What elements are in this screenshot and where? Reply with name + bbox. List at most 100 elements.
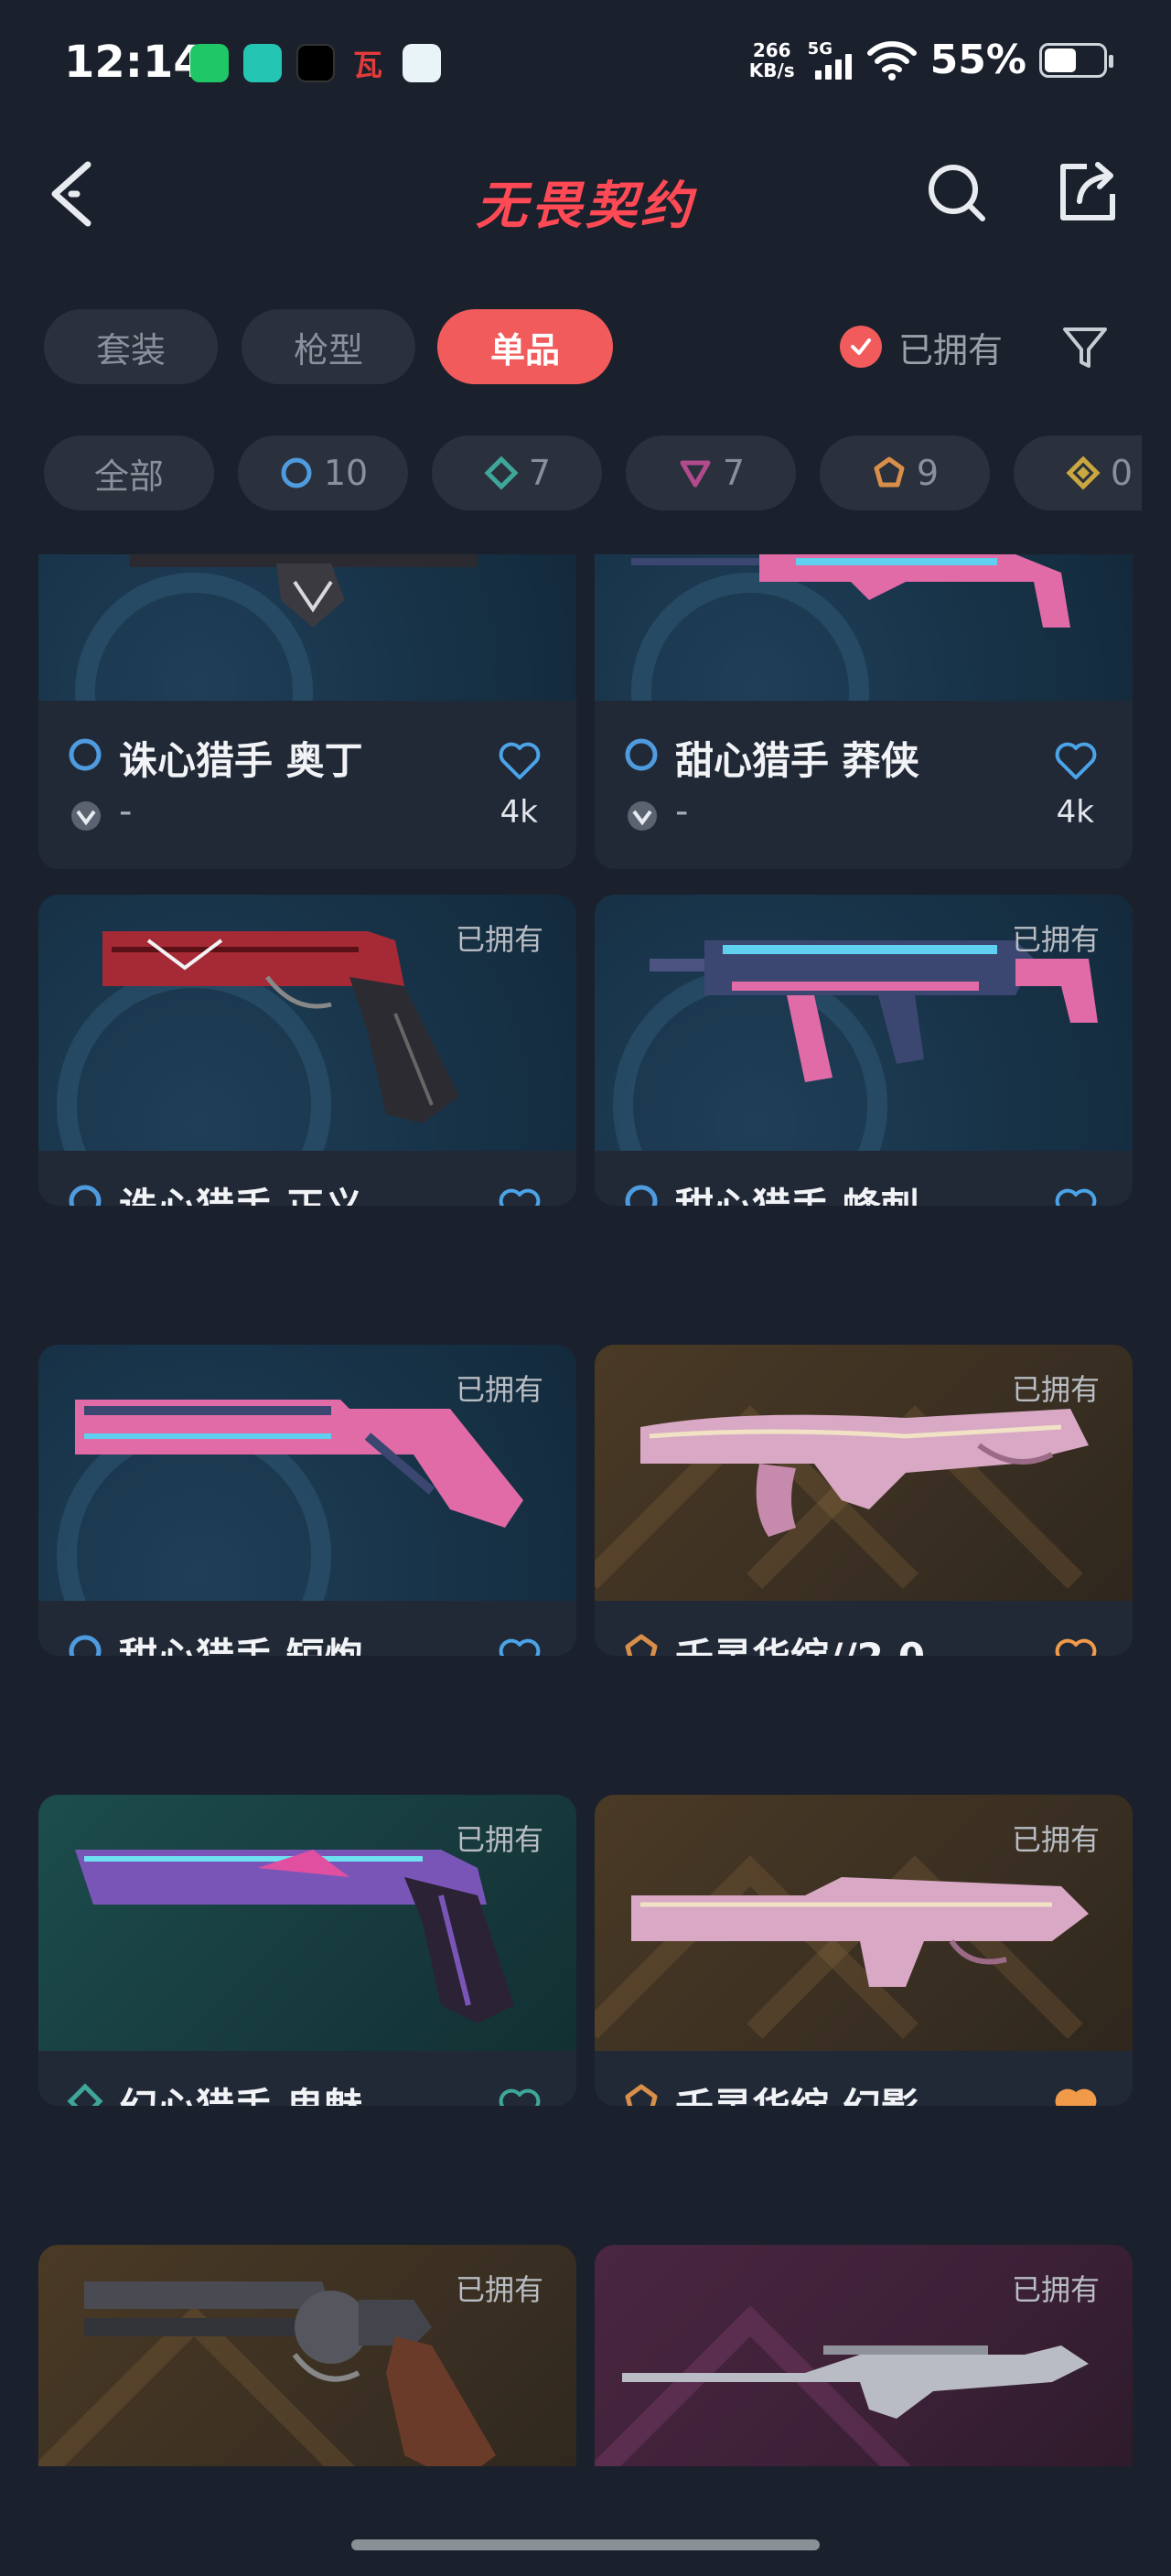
weapon-image [75, 1400, 523, 1528]
weapon-image [640, 1409, 1089, 1537]
skin-price: - [119, 790, 133, 832]
tiktok-icon [296, 44, 335, 82]
like-count: 4k [500, 794, 538, 831]
skin-name: 诛心猎手 奥丁 [119, 738, 363, 783]
heart-icon[interactable] [498, 1637, 542, 1656]
select-tier-icon [625, 738, 658, 771]
skin-card[interactable]: 已拥有 千灵华绽 幻影 1590 1937k [595, 1795, 1133, 2106]
owned-badge: 已拥有 [455, 922, 543, 957]
skin-name: 千灵华绽//2.0… [675, 1626, 963, 1656]
skin-card[interactable]: 已拥有 [595, 2245, 1133, 2466]
weapon-image [130, 554, 478, 628]
rarity-count-select: 10 [323, 453, 369, 493]
wifi-icon [866, 40, 917, 80]
skin-card[interactable]: 已拥有 [38, 2245, 576, 2466]
rarity-filter-row: 全部 10 7 7 9 0 [44, 435, 1142, 512]
share-icon[interactable] [1052, 157, 1122, 227]
deluxe-tier-icon [484, 456, 519, 490]
game-app-icon: 瓦 [349, 44, 388, 82]
deluxe-tier-icon [67, 2083, 103, 2106]
skin-image [595, 554, 1133, 701]
skin-name: 甜心猎手 短炮 [119, 1626, 363, 1656]
owned-badge: 已拥有 [455, 1372, 543, 1407]
network-speed: 266 KB/s [749, 40, 795, 80]
app-header: 无畏契约 [0, 137, 1171, 247]
valorant-points-icon [71, 801, 101, 831]
exclusive-tier-icon [625, 2084, 658, 2106]
owned-badge: 已拥有 [1011, 1822, 1100, 1857]
rarity-filter-deluxe[interactable]: 7 [432, 435, 602, 510]
rarity-count-exclusive: 9 [916, 453, 940, 493]
skin-card[interactable]: 甜心猎手 莽侠 - 4k [595, 554, 1133, 869]
skin-image: 已拥有 [595, 895, 1133, 1151]
skin-card[interactable]: 诛心猎手 奥丁 - 4k [38, 554, 576, 869]
home-indicator[interactable] [351, 2539, 820, 2550]
boss-app-icon [243, 44, 282, 82]
select-tier-icon [69, 1185, 102, 1206]
skin-card[interactable]: 已拥有 诛心猎手 正义 - 4k [38, 895, 576, 1206]
heart-icon[interactable] [498, 2088, 542, 2106]
heart-icon[interactable] [498, 741, 542, 781]
owned-filter-toggle[interactable]: 已拥有 [840, 309, 1003, 384]
skin-card[interactable]: 已拥有 甜心猎手 蜂刺 - 3k [595, 895, 1133, 1206]
chat-app-icon [403, 44, 441, 82]
skin-image: 已拥有 [38, 895, 576, 1151]
skin-name: 甜心猎手 蜂刺 [675, 1176, 919, 1206]
owned-badge: 已拥有 [1011, 922, 1100, 957]
owned-badge: 已拥有 [455, 2272, 543, 2307]
skin-image: 已拥有 [595, 1795, 1133, 2051]
skin-image: 已拥有 [595, 1345, 1133, 1601]
skin-image: 已拥有 [38, 2245, 576, 2466]
skin-name: 幻心猎手 鬼魅 [119, 2077, 363, 2106]
search-icon[interactable] [924, 160, 990, 226]
exclusive-tier-icon [625, 1634, 658, 1656]
weapon-image [650, 940, 1098, 1082]
skin-image: 已拥有 [38, 1345, 576, 1601]
skin-name: 诛心猎手 正义 [119, 1176, 363, 1206]
premium-tier-icon [680, 460, 711, 488]
owned-filter-label: 已拥有 [898, 329, 1004, 370]
skin-card[interactable]: 已拥有 千灵华绽//2.0… 1590 490k [595, 1345, 1133, 1656]
heart-icon[interactable] [1054, 1187, 1098, 1206]
rarity-count-premium: 7 [722, 453, 746, 493]
network-speed-unit: KB/s [748, 59, 795, 81]
like-count: 4k [1056, 794, 1094, 831]
heart-filled-icon[interactable] [1054, 2088, 1098, 2106]
tab-single-item[interactable]: 单品 [437, 309, 613, 384]
svg-text:瓦: 瓦 [353, 48, 382, 82]
select-tier-icon [69, 738, 102, 771]
skin-image: 已拥有 [38, 1795, 576, 2051]
rarity-count-deluxe: 7 [528, 453, 552, 493]
select-tier-icon [625, 1185, 658, 1206]
rarity-filter-premium[interactable]: 7 [626, 435, 796, 510]
rarity-filter-all[interactable]: 全部 [44, 435, 214, 510]
weapon-image [622, 2345, 1089, 2419]
heart-icon[interactable] [1054, 1637, 1098, 1656]
rarity-filter-exclusive[interactable]: 9 [820, 435, 990, 510]
select-tier-icon [281, 457, 312, 488]
category-tabs: 套装 枪型 单品 已拥有 [44, 309, 1133, 386]
status-bar: 12:14 瓦 266 KB/s 5G 55% [0, 0, 1171, 128]
phone-app-icon [190, 44, 229, 82]
cellular-signal-icon: 5G [808, 39, 854, 81]
skin-card[interactable]: 已拥有 甜心猎手 短炮 - 4k [38, 1345, 576, 1656]
tab-bundle[interactable]: 套装 [44, 309, 218, 384]
rarity-filter-ultra[interactable]: 0 [1014, 435, 1142, 510]
network-speed-value: 266 [752, 38, 791, 61]
notification-icons: 瓦 [190, 44, 441, 82]
skin-grid: 诛心猎手 奥丁 - 4k 甜心猎手 莽侠 - 4k 已拥有 已拥有 已拥有 已拥… [0, 554, 1171, 2466]
check-icon[interactable] [840, 326, 882, 368]
status-time: 12:14 [64, 37, 204, 88]
skin-name: 甜心猎手 莽侠 [675, 738, 919, 783]
filter-icon[interactable] [1059, 322, 1111, 373]
battery-percent: 55% [929, 37, 1026, 83]
tab-weapon-type[interactable]: 枪型 [242, 309, 415, 384]
heart-icon[interactable] [498, 1187, 542, 1206]
exclusive-tier-icon [874, 456, 905, 488]
heart-icon[interactable] [1054, 741, 1098, 781]
weapon-image [75, 1850, 514, 2023]
page-title: 无畏契约 [476, 177, 695, 236]
skin-card[interactable]: 已拥有 幻心猎手 鬼魅 - 11k [38, 1795, 576, 2106]
rarity-count-ultra: 0 [1110, 453, 1133, 493]
rarity-filter-select[interactable]: 10 [238, 435, 408, 510]
